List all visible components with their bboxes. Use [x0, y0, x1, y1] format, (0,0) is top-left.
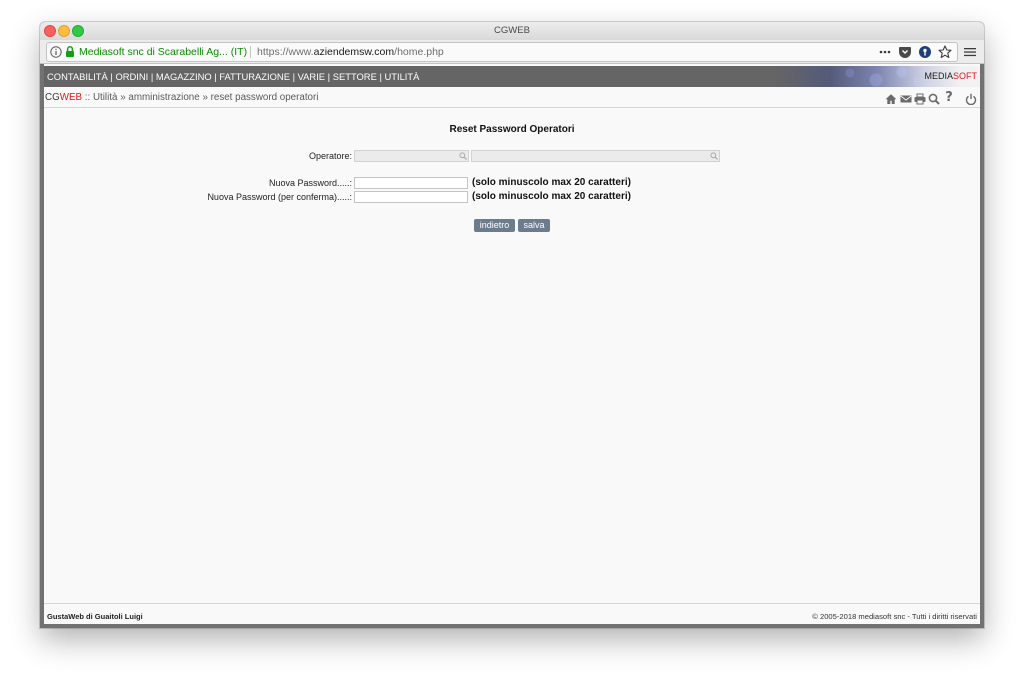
url-divider — [250, 46, 251, 58]
operator-label: Operatore: — [308, 151, 352, 161]
menu-separator: | — [214, 71, 217, 82]
confirm-password-hint: (solo minuscolo max 20 caratteri) — [472, 191, 631, 202]
save-button[interactable]: salva — [518, 219, 550, 232]
title-bar[interactable]: CGWEB — [40, 22, 984, 40]
url-prefix: https://www. — [257, 46, 314, 58]
browser-toolbar: Mediasoft snc di Scarabelli Ag... (IT) h… — [40, 40, 984, 64]
menu-item-ordini[interactable]: ORDINI — [115, 71, 148, 82]
site-identity-label[interactable]: Mediasoft snc di Scarabelli Ag... (IT) — [79, 43, 247, 61]
browser-content-frame: CONTABILITÀ | ORDINI | MAGAZZINO | FATTU… — [40, 64, 984, 628]
menu-separator: | — [379, 71, 382, 82]
breadcrumb-root-separator: :: — [84, 92, 91, 103]
extension-icon[interactable] — [918, 45, 932, 59]
minimize-window-button[interactable] — [58, 25, 70, 37]
confirm-password-label: Nuova Password (per conferma).....: — [207, 192, 352, 202]
breadcrumb-item-current: reset password operatori — [210, 92, 319, 103]
header-divider — [44, 107, 980, 108]
footer-copyright: © 2005-2018 mediasoft snc - Tutti i diri… — [812, 612, 977, 621]
menu-item-contabilita[interactable]: CONTABILITÀ — [47, 71, 108, 82]
power-icon[interactable] — [965, 93, 977, 105]
info-icon[interactable] — [50, 46, 62, 58]
operator-code-search-icon[interactable] — [459, 152, 467, 160]
page: CONTABILITÀ | ORDINI | MAGAZZINO | FATTU… — [44, 64, 980, 624]
brand-media: MEDIA — [924, 71, 953, 81]
pocket-icon[interactable] — [898, 45, 912, 59]
new-password-label: Nuova Password.....: — [268, 178, 352, 188]
menu-separator: | — [110, 71, 113, 82]
operator-name-field[interactable] — [471, 150, 720, 162]
breadcrumb-item-utilita[interactable]: Utilità — [93, 92, 118, 103]
breadcrumb-app-cg[interactable]: CG — [45, 92, 60, 103]
page-title: Reset Password Operatori — [449, 124, 575, 135]
menu-item-utilita[interactable]: UTILITÀ — [384, 71, 419, 82]
menu-item-settore[interactable]: SETTORE — [333, 71, 377, 82]
operator-code-field[interactable] — [354, 150, 469, 162]
bookmark-star-icon[interactable] — [938, 45, 952, 59]
url-domain: aziendemsw.com — [313, 46, 395, 58]
breadcrumb: CGWEB :: Utilità » amministrazione » res… — [45, 91, 318, 105]
help-icon[interactable]: ? — [944, 91, 954, 105]
menu-item-varie[interactable]: VARIE — [298, 71, 325, 82]
main-menu-bar: CONTABILITÀ | ORDINI | MAGAZZINO | FATTU… — [44, 66, 980, 87]
window-title: CGWEB — [494, 25, 530, 36]
menu-separator: | — [150, 71, 154, 82]
home-icon[interactable] — [885, 93, 897, 105]
hamburger-menu-icon[interactable] — [963, 45, 977, 59]
new-password-field[interactable] — [354, 177, 468, 189]
confirm-password-field[interactable] — [354, 191, 468, 203]
breadcrumb-item-amministrazione[interactable]: amministrazione — [128, 92, 199, 103]
mail-icon[interactable] — [900, 93, 912, 105]
menu-separator: | — [327, 71, 331, 82]
more-actions-icon[interactable] — [878, 45, 892, 59]
url-bar[interactable]: Mediasoft snc di Scarabelli Ag... (IT) h… — [46, 42, 958, 62]
breadcrumb-divider: » — [120, 92, 126, 103]
menu-item-fatturazione[interactable]: FATTURAZIONE — [219, 71, 290, 82]
breadcrumb-app-web[interactable]: WEB — [60, 92, 82, 103]
url-path: /home.php — [394, 46, 444, 58]
new-password-hint: (solo minuscolo max 20 caratteri) — [472, 177, 631, 188]
breadcrumb-divider: » — [202, 92, 208, 103]
browser-window: CGWEB Mediasoft snc di Scarabelli Ag... … — [40, 22, 984, 628]
back-button[interactable]: indietro — [474, 219, 515, 232]
lock-icon[interactable] — [65, 45, 75, 58]
footer-divider — [44, 603, 980, 604]
brand-soft: SOFT — [953, 71, 977, 81]
main-menu: CONTABILITÀ | ORDINI | MAGAZZINO | FATTU… — [47, 66, 419, 87]
operator-name-search-icon[interactable] — [710, 152, 718, 160]
print-icon[interactable] — [914, 93, 926, 105]
footer-author: GustaWeb di Guaitoli Luigi — [47, 612, 143, 621]
zoom-window-button[interactable] — [72, 25, 84, 37]
search-icon[interactable] — [928, 93, 940, 105]
mediasoft-logo: MEDIASOFT — [924, 66, 977, 87]
menu-separator: | — [292, 71, 296, 82]
menu-item-magazzino[interactable]: MAGAZZINO — [156, 71, 212, 82]
close-window-button[interactable] — [44, 25, 56, 37]
url-text[interactable]: https://www.aziendemsw.com/home.php — [257, 43, 444, 61]
